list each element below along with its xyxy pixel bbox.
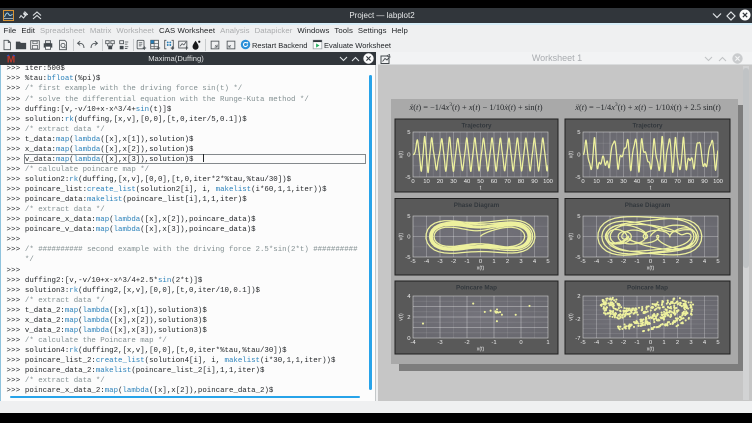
svg-text:-1: -1 bbox=[634, 259, 639, 265]
svg-text:80: 80 bbox=[688, 179, 695, 185]
svg-text:-4: -4 bbox=[424, 259, 430, 265]
svg-text:v(t): v(t) bbox=[569, 232, 575, 240]
svg-text:-3: -3 bbox=[437, 340, 443, 346]
svg-text:-5: -5 bbox=[580, 259, 586, 265]
svg-text:60: 60 bbox=[661, 179, 668, 185]
svg-text:-4: -4 bbox=[594, 259, 600, 265]
svg-text:-7: -7 bbox=[575, 336, 580, 342]
svg-text:x(t): x(t) bbox=[477, 347, 485, 353]
svg-text:40: 40 bbox=[634, 179, 641, 185]
svg-text:-1: -1 bbox=[634, 340, 639, 346]
svg-text:50: 50 bbox=[647, 179, 654, 185]
svg-text:-5: -5 bbox=[410, 259, 416, 265]
svg-text:-4: -4 bbox=[594, 340, 600, 346]
svg-text:-5: -5 bbox=[575, 175, 581, 181]
svg-text:2: 2 bbox=[407, 315, 410, 321]
svg-text:2: 2 bbox=[676, 259, 679, 265]
svg-text:80: 80 bbox=[518, 179, 525, 185]
svg-text:Phase Diagram: Phase Diagram bbox=[625, 202, 671, 209]
svg-text:40: 40 bbox=[464, 179, 471, 185]
svg-text:100: 100 bbox=[713, 179, 724, 185]
svg-text:Poincare Map: Poincare Map bbox=[456, 285, 497, 292]
svg-text:90: 90 bbox=[701, 179, 708, 185]
svg-text:x(t): x(t) bbox=[569, 150, 575, 158]
svg-text:-2: -2 bbox=[451, 259, 456, 265]
svg-text:Poincare Map: Poincare Map bbox=[627, 285, 668, 292]
svg-text:x(t): x(t) bbox=[399, 150, 405, 158]
svg-text:2: 2 bbox=[676, 340, 679, 346]
svg-text:100: 100 bbox=[543, 179, 554, 185]
svg-text:-5: -5 bbox=[405, 255, 411, 261]
svg-text:50: 50 bbox=[477, 179, 484, 185]
svg-text:x(t): x(t) bbox=[647, 266, 655, 272]
svg-text:-2: -2 bbox=[621, 340, 626, 346]
svg-text:-3: -3 bbox=[607, 340, 613, 346]
svg-text:70: 70 bbox=[504, 179, 511, 185]
svg-text:1: 1 bbox=[662, 259, 665, 265]
svg-text:10: 10 bbox=[593, 179, 600, 185]
svg-text:x(t): x(t) bbox=[477, 266, 485, 272]
svg-text:-3: -3 bbox=[437, 259, 443, 265]
svg-text:-2: -2 bbox=[575, 317, 580, 323]
svg-text:1: 1 bbox=[662, 340, 665, 346]
svg-text:30: 30 bbox=[450, 179, 457, 185]
svg-text:v(t): v(t) bbox=[399, 232, 405, 240]
svg-text:Phase Diagram: Phase Diagram bbox=[454, 202, 500, 209]
svg-text:x(t): x(t) bbox=[647, 347, 655, 353]
svg-text:70: 70 bbox=[674, 179, 681, 185]
svg-text:20: 20 bbox=[437, 179, 444, 185]
svg-text:-5: -5 bbox=[575, 255, 581, 261]
svg-text:90: 90 bbox=[531, 179, 538, 185]
svg-text:30: 30 bbox=[620, 179, 627, 185]
svg-text:1: 1 bbox=[492, 259, 495, 265]
svg-text:-1: -1 bbox=[491, 340, 496, 346]
svg-text:v(t): v(t) bbox=[399, 313, 405, 321]
svg-text:Trajectory: Trajectory bbox=[632, 123, 663, 130]
svg-text:Trajectory: Trajectory bbox=[461, 123, 492, 130]
svg-text:v(t): v(t) bbox=[569, 313, 575, 321]
svg-text:1: 1 bbox=[546, 340, 549, 346]
svg-text:-2: -2 bbox=[621, 259, 626, 265]
svg-text:60: 60 bbox=[491, 179, 498, 185]
svg-text:-3: -3 bbox=[607, 259, 613, 265]
svg-text:-4: -4 bbox=[410, 340, 416, 346]
svg-text:2: 2 bbox=[506, 259, 509, 265]
svg-text:-1: -1 bbox=[464, 259, 469, 265]
svg-text:10: 10 bbox=[423, 179, 430, 185]
svg-text:-5: -5 bbox=[580, 340, 586, 346]
svg-text:-5: -5 bbox=[405, 175, 411, 181]
svg-text:2: 2 bbox=[577, 294, 580, 300]
svg-text:-2: -2 bbox=[464, 340, 469, 346]
svg-text:20: 20 bbox=[607, 179, 614, 185]
